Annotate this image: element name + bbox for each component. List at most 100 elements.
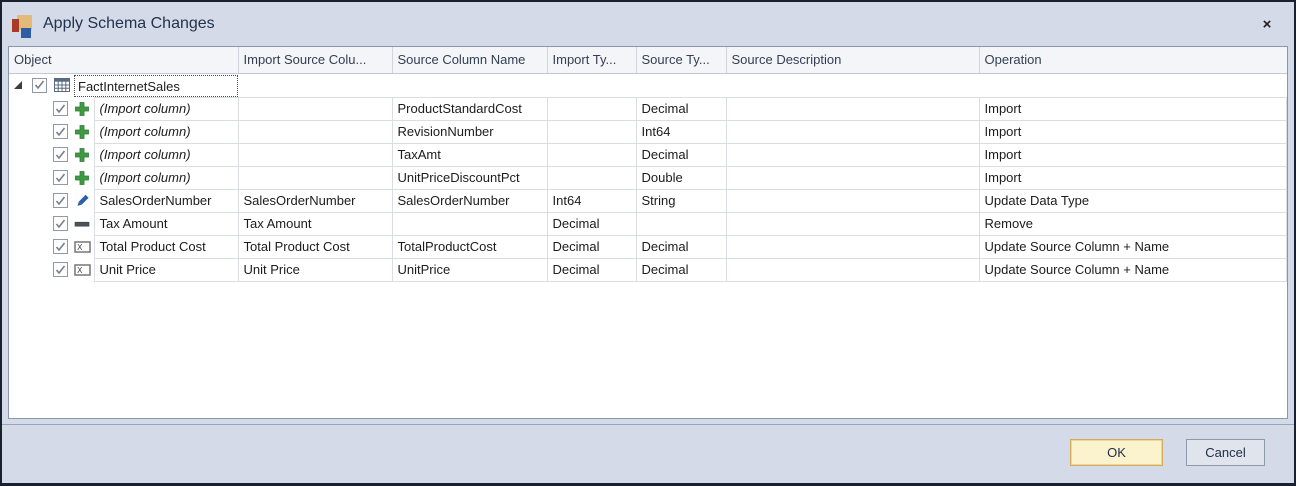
rename-textbox-icon: X	[74, 238, 91, 255]
column-header-import-source-column[interactable]: Import Source Colu...	[238, 47, 392, 73]
row-checkbox[interactable]	[53, 239, 68, 254]
cell-operation: Update Source Column + Name	[979, 258, 1286, 281]
cell-import-source-column	[238, 120, 392, 143]
parent-object-name[interactable]: FactInternetSales	[74, 75, 238, 97]
cell-operation: Remove	[979, 212, 1286, 235]
row-checkbox[interactable]	[53, 170, 68, 185]
cell-source-description	[726, 97, 979, 120]
add-column-icon	[74, 123, 91, 140]
cell-object: Total Product Cost	[94, 235, 238, 258]
cell-operation: Import	[979, 166, 1286, 189]
svg-text:X: X	[77, 266, 83, 275]
row-checkbox[interactable]	[53, 147, 68, 162]
table-row[interactable]: SalesOrderNumberSalesOrderNumberSalesOrd…	[9, 189, 1287, 212]
row-checkbox[interactable]	[53, 216, 68, 231]
cell-source-type: Decimal	[636, 143, 726, 166]
app-icon	[11, 11, 37, 39]
cell-source-description	[726, 235, 979, 258]
cell-import-source-column	[238, 143, 392, 166]
cell-source-column-name: TotalProductCost	[392, 235, 547, 258]
remove-minus-icon	[74, 215, 91, 232]
cell-source-column-name: TaxAmt	[392, 143, 547, 166]
cell-source-type	[636, 212, 726, 235]
cell-import-type	[547, 166, 636, 189]
table-row[interactable]: (Import column)UnitPriceDiscountPctDoubl…	[9, 166, 1287, 189]
cell-import-type	[547, 97, 636, 120]
tree-expander-icon[interactable]	[14, 81, 22, 89]
cell-import-type: Decimal	[547, 258, 636, 281]
svg-text:X: X	[77, 243, 83, 252]
cell-object: Unit Price	[94, 258, 238, 281]
column-header-source-description[interactable]: Source Description	[726, 47, 979, 73]
cell-source-column-name	[392, 212, 547, 235]
cell-source-type: Decimal	[636, 258, 726, 281]
cell-import-type: Int64	[547, 189, 636, 212]
cell-import-source-column: Tax Amount	[238, 212, 392, 235]
dialog-footer: OK Cancel	[2, 424, 1294, 483]
cell-source-description	[726, 189, 979, 212]
table-row[interactable]: (Import column) ProductStandardCost Decima…	[9, 97, 1287, 120]
cell-import-source-column	[238, 97, 392, 120]
cell-source-column-name: ProductStandardCost	[392, 97, 547, 120]
cell-operation: Update Data Type	[979, 189, 1286, 212]
cell-source-type: Decimal	[636, 235, 726, 258]
cell-source-column-name: UnitPrice	[392, 258, 547, 281]
cell-import-source-column: Total Product Cost	[238, 235, 392, 258]
table-row[interactable]: XTotal Product CostTotal Product CostTot…	[9, 235, 1287, 258]
cell-source-type: Int64	[636, 120, 726, 143]
table-row[interactable]: (Import column) TaxAmt Decimal Import	[9, 143, 1287, 166]
cell-object: (Import column)	[94, 120, 238, 143]
rename-textbox-icon: X	[74, 261, 91, 278]
row-checkbox[interactable]	[53, 262, 68, 277]
table-row[interactable]: XUnit PriceUnit PriceUnitPriceDecimalDec…	[9, 258, 1287, 281]
cell-source-description	[726, 258, 979, 281]
ok-button[interactable]: OK	[1070, 439, 1163, 466]
cell-source-description	[726, 120, 979, 143]
cell-operation: Import	[979, 143, 1286, 166]
add-column-icon	[74, 169, 91, 186]
add-column-icon	[74, 100, 91, 117]
row-checkbox[interactable]	[53, 124, 68, 139]
checkbox-facrinternetsales[interactable]	[32, 78, 47, 93]
apply-schema-changes-dialog: Apply Schema Changes × Object Import Sou…	[0, 0, 1296, 486]
cell-source-description	[726, 143, 979, 166]
cell-source-type: Decimal	[636, 97, 726, 120]
table-icon	[53, 77, 70, 94]
cell-source-type: String	[636, 189, 726, 212]
cell-object: (Import column)	[94, 97, 238, 120]
cell-import-type	[547, 143, 636, 166]
cell-import-type: Decimal	[547, 212, 636, 235]
add-column-icon	[74, 146, 91, 163]
column-header-object[interactable]: Object	[9, 47, 238, 73]
cell-object: (Import column)	[94, 143, 238, 166]
row-checkbox[interactable]	[53, 193, 68, 208]
cell-import-source-column: Unit Price	[238, 258, 392, 281]
dialog-title: Apply Schema Changes	[43, 15, 215, 33]
column-header-source-type[interactable]: Source Ty...	[636, 47, 726, 73]
close-icon[interactable]: ×	[1256, 13, 1278, 35]
cell-import-source-column: SalesOrderNumber	[238, 189, 392, 212]
edit-pencil-icon	[74, 192, 91, 209]
cell-source-description	[726, 166, 979, 189]
schema-changes-grid: Object Import Source Colu... Source Colu…	[8, 46, 1288, 419]
table-row[interactable]: (Import column) RevisionNumber Int64 Import	[9, 120, 1287, 143]
column-header-source-column-name[interactable]: Source Column Name	[392, 47, 547, 73]
cancel-button[interactable]: Cancel	[1186, 439, 1265, 466]
cell-import-type	[547, 120, 636, 143]
table-row-parent[interactable]: FactInternetSales	[9, 73, 1287, 97]
cell-import-type: Decimal	[547, 235, 636, 258]
cell-object: SalesOrderNumber	[94, 189, 238, 212]
cell-source-description	[726, 212, 979, 235]
cell-operation: Import	[979, 97, 1286, 120]
row-checkbox[interactable]	[53, 101, 68, 116]
column-header-operation[interactable]: Operation	[979, 47, 1286, 73]
table-row[interactable]: Tax AmountTax Amount Decimal Remove	[9, 212, 1287, 235]
cell-source-column-name: UnitPriceDiscountPct	[392, 166, 547, 189]
cell-source-column-name: RevisionNumber	[392, 120, 547, 143]
cell-import-source-column	[238, 166, 392, 189]
cell-object: Tax Amount	[94, 212, 238, 235]
cell-source-type: Double	[636, 166, 726, 189]
titlebar: Apply Schema Changes ×	[2, 2, 1294, 46]
cell-operation: Import	[979, 120, 1286, 143]
column-header-import-type[interactable]: Import Ty...	[547, 47, 636, 73]
